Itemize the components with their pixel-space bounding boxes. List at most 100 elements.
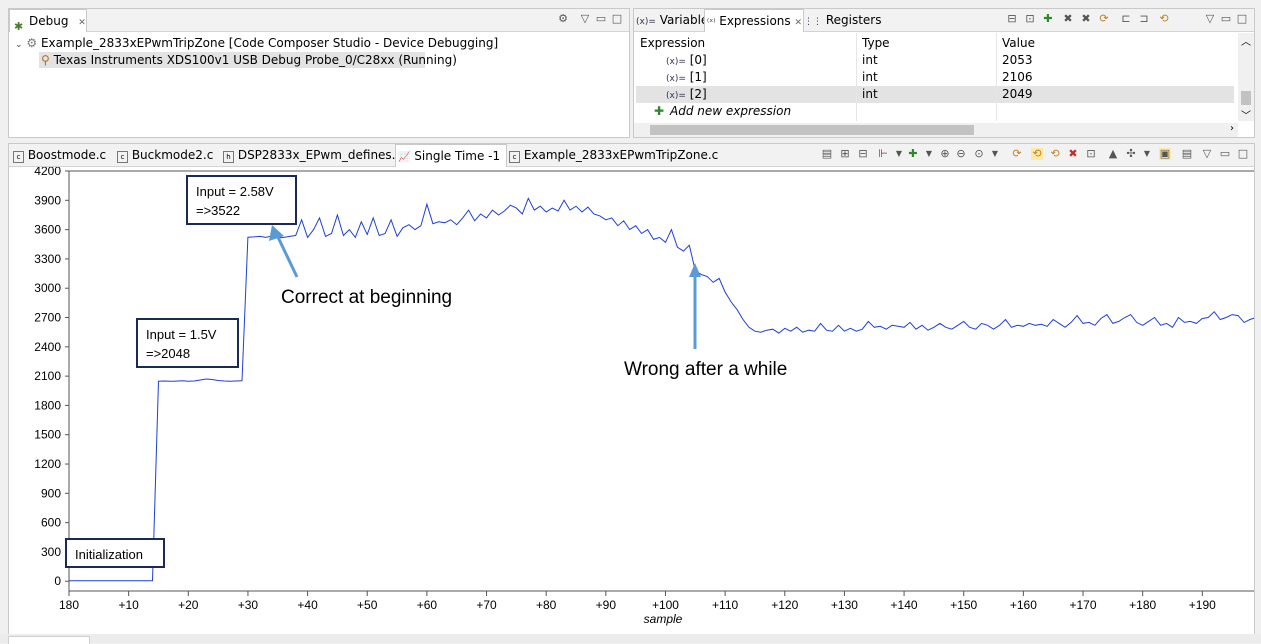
dropdown-icon[interactable]: ▼: [989, 148, 1001, 160]
debug-icon: ✱: [14, 19, 24, 33]
tab-registers[interactable]: ⋮⋮ Registers: [804, 9, 882, 31]
scroll-thumb[interactable]: [1241, 91, 1251, 105]
tab-expressions[interactable]: ⁽ˣ⁾ Expressions ✕: [704, 9, 804, 32]
zoom-in-icon[interactable]: ⊕: [939, 148, 951, 160]
select-all-icon[interactable]: ⊡: [1024, 13, 1036, 25]
registers-icon: ⋮⋮: [804, 17, 822, 27]
remove-all-icon[interactable]: ✖: [1080, 13, 1092, 25]
dropdown-icon[interactable]: ▼: [893, 148, 905, 160]
refresh-icon[interactable]: ⊟: [857, 148, 869, 160]
minimize-icon[interactable]: ▭: [1219, 148, 1231, 160]
close-icon[interactable]: ✕: [78, 18, 86, 28]
x-tick-label: +180: [1129, 598, 1156, 612]
maximize-icon[interactable]: □: [1237, 148, 1249, 160]
column-header-value[interactable]: Value: [1002, 35, 1035, 52]
y-tick-label: 1500: [34, 428, 61, 442]
close-icon[interactable]: ✕: [794, 18, 802, 28]
measure-icon[interactable]: ⊩: [877, 148, 889, 160]
zoom-fit-icon[interactable]: ⊙: [973, 148, 985, 160]
column-header-expression[interactable]: Expression: [640, 35, 705, 52]
column-header-type[interactable]: Type: [862, 35, 890, 52]
tab-debug[interactable]: ✱ Debug ✕: [9, 9, 87, 33]
type-cell: int: [862, 87, 878, 101]
x-axis-label: sample: [644, 612, 683, 626]
single-time-graph[interactable]: 4200390036003300300027002400210018001500…: [9, 167, 1254, 634]
table-header: Expression Type Value: [636, 35, 1234, 52]
add-new-expression-row[interactable]: ✚ Add new expression: [636, 103, 1234, 120]
maximize-icon[interactable]: □: [1236, 13, 1248, 25]
graph-properties-icon[interactable]: ▤: [821, 148, 833, 160]
scroll-down-icon[interactable]: ﹀: [1241, 107, 1251, 122]
chevron-down-icon[interactable]: ⌄: [15, 40, 23, 50]
clear-graph-icon[interactable]: ✖: [1067, 148, 1079, 160]
tab-buckmode2[interactable]: c Buckmode2.c: [117, 144, 217, 166]
tree-item-target[interactable]: ⚲ Texas Instruments XDS100v1 USB Debug P…: [39, 52, 457, 68]
import-icon[interactable]: ⊐: [1138, 13, 1150, 25]
x-tick-label: +40: [297, 598, 318, 612]
zoom-out-icon[interactable]: ⊖: [955, 148, 967, 160]
tab-boostmode[interactable]: c Boostmode.c: [13, 144, 113, 166]
value-cell[interactable]: 2053: [1002, 52, 1033, 69]
type-cell: int: [862, 53, 878, 67]
x-tick-label: +100: [652, 598, 679, 612]
y-tick-label: 1800: [34, 398, 61, 412]
tab-dsp-defines[interactable]: h DSP2833x_EPwm_defines.h: [223, 144, 403, 166]
y-tick-label: 3000: [34, 281, 61, 295]
value-cell[interactable]: 2049: [1002, 86, 1033, 103]
dropdown-icon[interactable]: ▼: [923, 148, 935, 160]
minimize-icon[interactable]: ▭: [595, 13, 607, 25]
scroll-up-icon[interactable]: ︿: [1241, 33, 1251, 48]
y-tick-label: 900: [41, 486, 61, 500]
c-file-icon: c: [117, 151, 128, 163]
x-tick-label: +80: [536, 598, 557, 612]
continuous-refresh-icon[interactable]: ⟲: [1031, 148, 1043, 160]
annotation-input-1-5v: Input = 1.5V =>2048: [136, 318, 239, 368]
horizontal-scrollbar[interactable]: ›: [634, 123, 1238, 137]
annotation-initialization: Initialization: [65, 538, 165, 568]
minimize-icon[interactable]: ▭: [1220, 13, 1232, 25]
x-tick-label: +190: [1189, 598, 1216, 612]
add-expression-icon[interactable]: ✚: [1042, 13, 1054, 25]
table-row[interactable]: (x)= [1] int 2106: [636, 69, 1234, 86]
x-tick-label: +130: [831, 598, 858, 612]
annotation-input-2-58v: Input = 2.58V =>3522: [186, 175, 297, 225]
maximize-icon[interactable]: □: [611, 13, 623, 25]
annotation-correct: Correct at beginning: [281, 287, 452, 308]
tab-variables[interactable]: (x)= Variables: [636, 9, 715, 31]
auto-scale-icon[interactable]: ⟲: [1049, 148, 1061, 160]
split-icon[interactable]: ▤: [1181, 148, 1193, 160]
cursor-icon[interactable]: ✣: [1125, 148, 1137, 160]
y-tick-label: 300: [41, 545, 61, 559]
export-icon[interactable]: ⊡: [1085, 148, 1097, 160]
value-cell[interactable]: 2106: [1002, 69, 1033, 86]
debug-view: ✱ Debug ✕ ⚙ ▽ ▭ □ ⌄ ⚙ Example_2833xEPwmTr…: [8, 8, 630, 138]
table-row[interactable]: (x)= [0] int 2053: [636, 52, 1234, 69]
y-tick-label: 2400: [34, 340, 61, 354]
tab-example-tripzone[interactable]: c Example_2833xEPwmTripZone.c: [509, 144, 718, 166]
tree-item-session[interactable]: ⌄ ⚙ Example_2833xEPwmTripZone [Code Comp…: [15, 35, 498, 51]
continuous-refresh-icon[interactable]: ⟲: [1158, 13, 1170, 25]
remove-icon[interactable]: ✖: [1062, 13, 1074, 25]
annotation-text: Initialization: [75, 547, 143, 562]
collapse-all-icon[interactable]: ⊟: [1006, 13, 1018, 25]
view-menu-icon[interactable]: ▽: [1201, 148, 1213, 160]
vertical-scrollbar[interactable]: ︿ ﹀: [1238, 33, 1254, 122]
lock-icon[interactable]: ▲: [1107, 148, 1119, 160]
x-tick-label: +140: [891, 598, 918, 612]
disconnect-icon[interactable]: ⚙: [557, 13, 569, 25]
scroll-thumb[interactable]: [650, 125, 974, 135]
dropdown-icon[interactable]: ▼: [1141, 148, 1153, 160]
x-tick-label: +160: [1010, 598, 1037, 612]
view-menu-icon[interactable]: ▽: [579, 13, 591, 25]
table-row-selected[interactable]: (x)= [2] int 2049: [636, 86, 1234, 103]
data-icon[interactable]: ✚: [907, 148, 919, 160]
reset-graph-icon[interactable]: ⊞: [839, 148, 851, 160]
view-menu-icon[interactable]: ▽: [1204, 13, 1216, 25]
scroll-right-icon[interactable]: ›: [1230, 123, 1234, 134]
export-icon[interactable]: ⊏: [1120, 13, 1132, 25]
annotation-wrong: Wrong after a while: [624, 359, 787, 380]
tab-single-time[interactable]: 📈 Single Time -1: [395, 144, 507, 167]
layout-icon[interactable]: ▣: [1159, 148, 1171, 160]
refresh-icon[interactable]: ⟳: [1098, 13, 1110, 25]
pin-icon[interactable]: ⟳: [1011, 148, 1023, 160]
